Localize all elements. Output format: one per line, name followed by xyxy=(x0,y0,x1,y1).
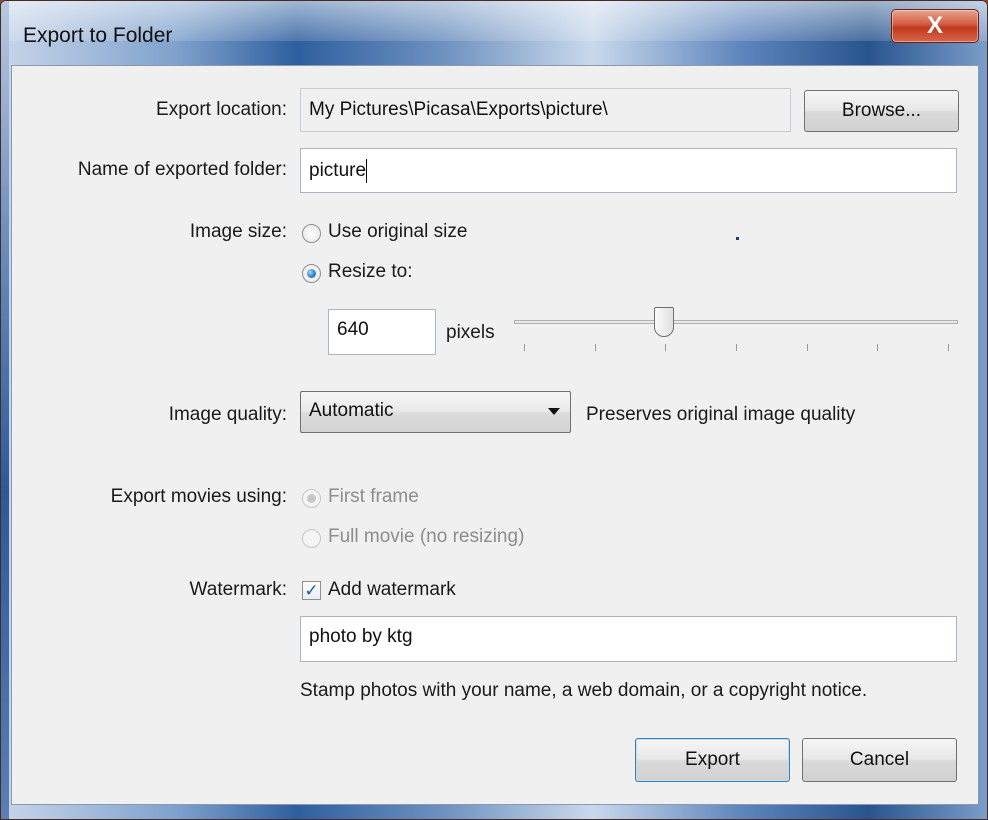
pixels-unit-label: pixels xyxy=(446,322,495,343)
add-watermark-label[interactable]: Add watermark xyxy=(328,579,456,601)
resize-slider-thumb[interactable] xyxy=(653,307,674,337)
window-title: Export to Folder xyxy=(23,24,173,47)
folder-name-value: picture xyxy=(309,160,367,181)
image-quality-selected: Automatic xyxy=(309,400,394,421)
first-frame-radio[interactable] xyxy=(302,489,321,508)
export-location-label: Export location: xyxy=(156,99,287,120)
slider-tick xyxy=(877,344,879,351)
watermark-hint: Stamp photos with your name, a web domai… xyxy=(300,680,868,701)
cancel-button[interactable]: Cancel xyxy=(802,738,957,782)
dialog-client-area: Export location: My Pictures\Picasa\Expo… xyxy=(11,65,979,805)
checkmark-icon: ✓ xyxy=(304,581,319,600)
resize-pixels-input[interactable]: 640 xyxy=(328,309,436,355)
window-frame xyxy=(1,1,9,819)
image-size-label: Image size: xyxy=(189,221,287,242)
resize-to-label[interactable]: Resize to: xyxy=(328,261,412,283)
image-quality-dropdown[interactable]: Automatic xyxy=(300,391,571,433)
slider-tick xyxy=(736,344,737,351)
use-original-size-label[interactable]: Use original size xyxy=(328,221,467,243)
slider-tick xyxy=(806,344,808,351)
watermark-label: Watermark: xyxy=(189,579,287,600)
folder-name-label: Name of exported folder: xyxy=(77,159,287,180)
watermark-text-input[interactable]: photo by ktg xyxy=(300,616,957,662)
stray-dot xyxy=(736,237,739,240)
use-original-size-radio[interactable] xyxy=(302,224,321,243)
resize-slider-track[interactable] xyxy=(514,320,958,324)
slider-tick xyxy=(665,344,667,351)
full-movie-label[interactable]: Full movie (no resizing) xyxy=(328,526,524,548)
folder-name-input[interactable]: picture xyxy=(300,148,957,193)
export-location-field: My Pictures\Picasa\Exports\picture\ xyxy=(300,88,791,132)
image-quality-label: Image quality: xyxy=(168,404,287,425)
export-movies-label: Export movies using: xyxy=(110,486,287,507)
dialog-window: Export to Folder X Export location: My P… xyxy=(0,0,988,820)
chevron-down-icon xyxy=(548,408,560,415)
full-movie-radio[interactable] xyxy=(302,529,321,548)
slider-tick xyxy=(594,344,596,351)
close-button[interactable]: X xyxy=(891,9,979,43)
resize-to-radio[interactable] xyxy=(302,264,321,283)
first-frame-label[interactable]: First frame xyxy=(328,486,419,508)
browse-button[interactable]: Browse... xyxy=(804,90,959,132)
add-watermark-checkbox[interactable]: ✓ xyxy=(302,581,321,600)
text-caret xyxy=(366,158,368,183)
image-quality-description: Preserves original image quality xyxy=(586,404,856,425)
export-button[interactable]: Export xyxy=(635,738,790,782)
slider-tick xyxy=(524,344,525,351)
slider-tick xyxy=(948,344,949,351)
